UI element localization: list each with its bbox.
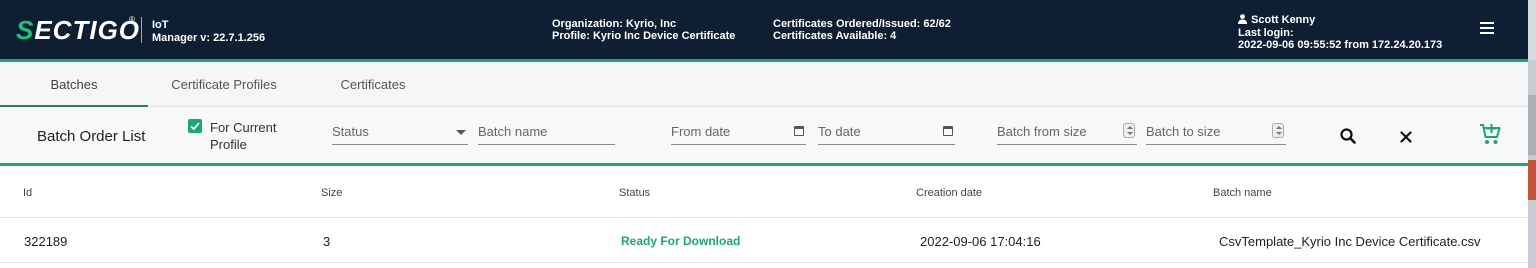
cell-creation-date: 2022-09-06 17:04:16 xyxy=(920,234,1041,249)
hamburger-menu-icon[interactable] xyxy=(1480,22,1494,36)
organization-info: Organization: Kyrio, Inc Profile: Kyrio … xyxy=(552,18,735,42)
logo-s: S xyxy=(16,15,35,45)
app-info: IoT Manager v: 22.7.1.256 xyxy=(152,19,265,45)
column-header-id[interactable]: Id xyxy=(23,187,32,199)
certs-available-label: Certificates Available: 4 xyxy=(773,30,897,42)
cell-status[interactable]: Ready For Download xyxy=(621,234,740,248)
calendar-icon[interactable] xyxy=(794,126,804,136)
tab-bar: Batches Certificate Profiles Certificate… xyxy=(0,62,1528,107)
last-login-label: Last login: xyxy=(1238,27,1294,39)
number-spinner-icon[interactable] xyxy=(1123,123,1135,138)
top-header: SECTIGO ® IoT Manager v: 22.7.1.256 Orga… xyxy=(0,0,1528,59)
batch-to-size-input[interactable]: Batch to size xyxy=(1146,107,1286,145)
number-spinner-icon[interactable] xyxy=(1272,123,1284,138)
tab-certificates[interactable]: Certificates xyxy=(320,62,426,107)
column-header-batch-name[interactable]: Batch name xyxy=(1213,187,1272,199)
window-edge xyxy=(1528,0,1536,268)
app-name: IoT xyxy=(152,19,169,31)
status-select[interactable]: Status xyxy=(332,107,468,145)
cell-size: 3 xyxy=(323,234,331,249)
profile-label: Profile: Kyrio Inc Device Certificate xyxy=(552,30,736,42)
cell-id: 322189 xyxy=(24,234,68,249)
to-date-placeholder: To date xyxy=(818,124,861,139)
column-header-size[interactable]: Size xyxy=(321,187,342,199)
batch-to-size-placeholder: Batch to size xyxy=(1146,124,1221,139)
cart-add-icon[interactable] xyxy=(1479,121,1501,152)
user-info: Scott Kenny Last login: 2022-09-06 09:55… xyxy=(1238,14,1442,51)
last-login-value: 2022-09-06 09:55:52 from 172.24.20.173 xyxy=(1238,39,1443,51)
sectigo-logo[interactable]: SECTIGO xyxy=(16,17,140,43)
header-divider xyxy=(141,17,142,43)
status-placeholder: Status xyxy=(332,124,369,139)
to-date-input[interactable]: To date xyxy=(818,107,955,145)
check-icon xyxy=(190,122,200,131)
user-icon xyxy=(1238,14,1248,27)
app-version: Manager v: 22.7.1.256 xyxy=(152,32,266,44)
from-date-placeholder: From date xyxy=(671,124,731,139)
batch-from-size-placeholder: Batch from size xyxy=(997,124,1087,139)
table-row[interactable]: 322189 3 Ready For Download 2022-09-06 1… xyxy=(0,219,1528,263)
user-name: Scott Kenny xyxy=(1251,14,1316,26)
for-current-profile-checkbox[interactable] xyxy=(188,119,202,133)
column-header-status[interactable]: Status xyxy=(619,187,650,199)
registered-mark: ® xyxy=(129,15,135,24)
certificates-info: Certificates Ordered/Issued: 62/62 Certi… xyxy=(773,18,951,42)
filter-toolbar: Batch Order List For Current Profile Sta… xyxy=(0,107,1528,165)
clear-icon[interactable] xyxy=(1400,130,1412,148)
from-date-input[interactable]: From date xyxy=(671,107,806,145)
for-current-profile-label[interactable]: For Current Profile xyxy=(210,119,276,153)
organization-label: Organization: Kyrio, Inc xyxy=(552,18,677,30)
batch-from-size-input[interactable]: Batch from size xyxy=(997,107,1137,145)
table-header: Id Size Status Creation date Batch name xyxy=(0,166,1528,218)
tab-certificate-profiles[interactable]: Certificate Profiles xyxy=(152,62,296,107)
batch-name-placeholder: Batch name xyxy=(478,124,548,139)
for-current-profile-line1: For Current xyxy=(210,120,277,135)
for-current-profile-line2: Profile xyxy=(210,137,247,152)
dropdown-caret-icon xyxy=(456,130,466,135)
search-icon[interactable] xyxy=(1340,128,1356,149)
certs-ordered-label: Certificates Ordered/Issued: 62/62 xyxy=(773,18,951,30)
cell-batch-name: CsvTemplate_Kyrio Inc Device Certificate… xyxy=(1219,234,1481,249)
calendar-icon[interactable] xyxy=(943,126,953,136)
batch-name-input[interactable]: Batch name xyxy=(478,107,615,145)
tab-batches[interactable]: Batches xyxy=(0,62,148,107)
batch-order-list-title: Batch Order List xyxy=(37,128,146,145)
user-row[interactable]: Scott Kenny xyxy=(1238,14,1442,27)
logo-text: ECTIGO xyxy=(34,15,141,45)
column-header-creation-date[interactable]: Creation date xyxy=(916,187,982,199)
